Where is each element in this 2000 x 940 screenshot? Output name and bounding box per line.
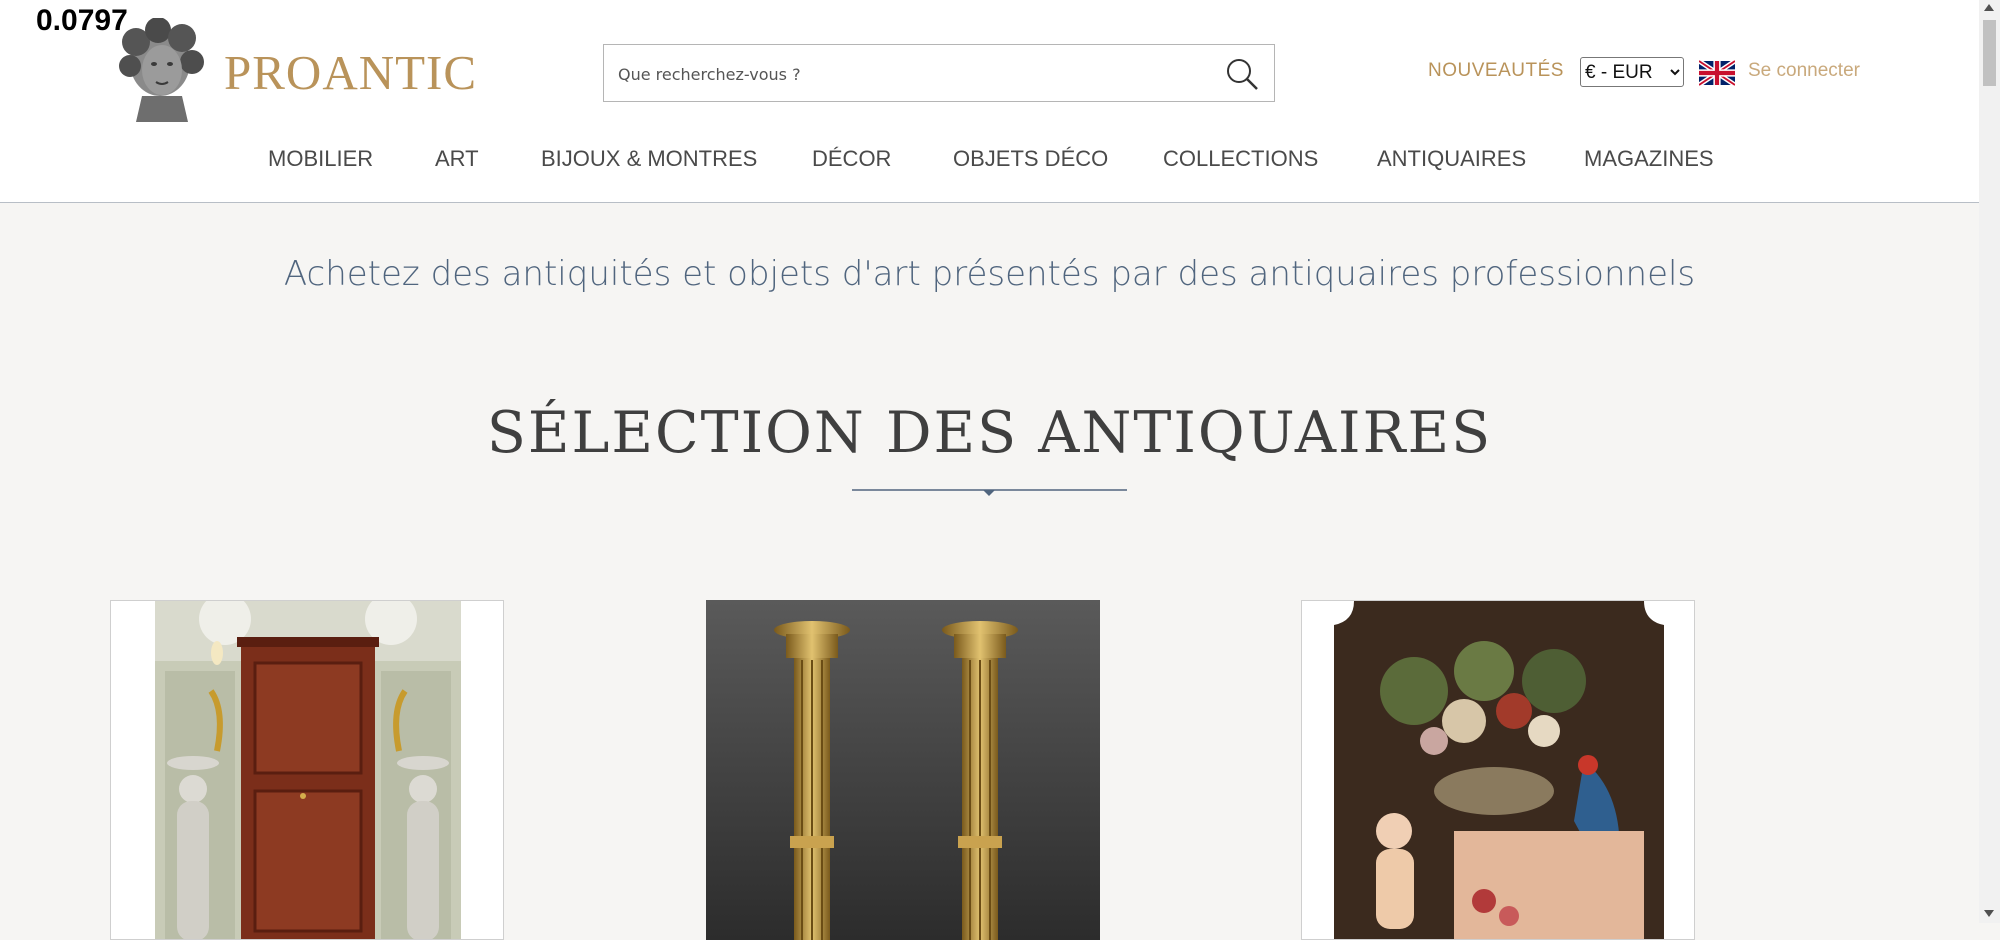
uk-flag-icon[interactable] xyxy=(1699,60,1735,86)
nav-item-art[interactable]: ART xyxy=(435,146,479,172)
title-divider xyxy=(852,489,1127,496)
section-title: SÉLECTION DES ANTIQUAIRES xyxy=(486,400,1493,466)
nav-item-collections[interactable]: COLLECTIONS xyxy=(1163,146,1318,172)
scroll-down-arrow-icon[interactable] xyxy=(1984,910,1994,917)
scroll-thumb[interactable] xyxy=(1983,20,1996,86)
search-box xyxy=(603,44,1275,103)
logo-text[interactable]: PROANTIC xyxy=(224,44,477,101)
nav-item-objets-deco[interactable]: OBJETS DÉCO xyxy=(953,146,1108,172)
login-link[interactable]: Se connecter xyxy=(1748,60,1860,82)
nav-item-mobilier[interactable]: MOBILIER xyxy=(268,146,373,172)
product-image-painting[interactable] xyxy=(1334,601,1664,940)
overlay-value: 0.0797 xyxy=(36,4,128,37)
scroll-up-arrow-icon[interactable] xyxy=(1984,4,1994,11)
nouveautes-link[interactable]: NOUVEAUTÉS xyxy=(1428,60,1564,82)
nav-item-bijoux-montres[interactable]: BIJOUX & MONTRES xyxy=(541,146,757,172)
product-image-cabinet[interactable] xyxy=(155,601,461,940)
search-icon[interactable] xyxy=(1224,56,1260,92)
nav-item-antiquaires[interactable]: ANTIQUAIRES xyxy=(1377,146,1526,172)
product-card-3[interactable] xyxy=(1301,600,1695,940)
product-card-2[interactable] xyxy=(706,600,1100,940)
main-nav: MOBILIER ART BIJOUX & MONTRES DÉCOR OBJE… xyxy=(0,146,1979,180)
currency-select[interactable]: € - EUR xyxy=(1580,57,1684,87)
nav-item-decor[interactable]: DÉCOR xyxy=(812,146,891,172)
site-header: PROANTIC NOUVEAUTÉS € - EUR Se connecter… xyxy=(0,0,1979,203)
product-card-1[interactable] xyxy=(110,600,504,940)
search-input[interactable] xyxy=(616,45,1200,103)
vertical-scrollbar[interactable] xyxy=(1979,0,2000,923)
tagline: Achetez des antiquités et objets d'art p… xyxy=(283,254,1696,294)
nav-item-magazines[interactable]: MAGAZINES xyxy=(1584,146,1714,172)
product-image-candlesticks[interactable] xyxy=(706,600,1100,940)
